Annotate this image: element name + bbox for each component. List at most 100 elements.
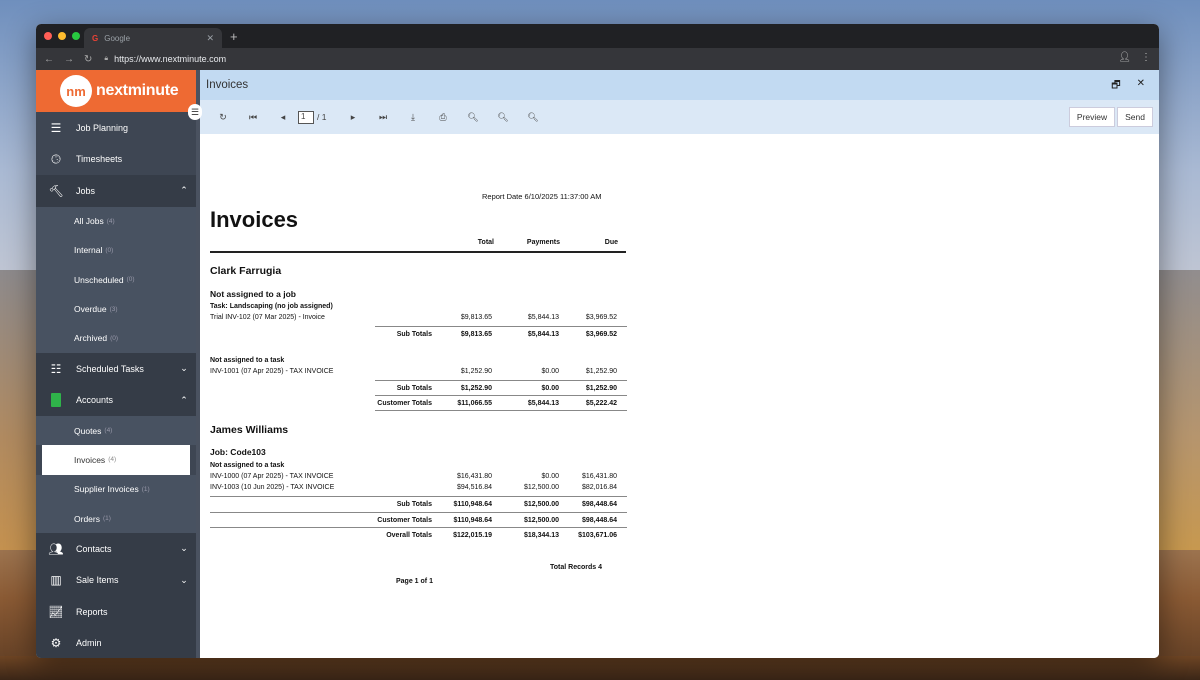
item-count: (0) (105, 246, 114, 254)
invoice-row-payments: $5,844.13 (527, 314, 559, 321)
sidebar-item-archived[interactable]: Archived (0) (36, 323, 196, 353)
zoom-out-icon[interactable]: 🔍︎ (518, 112, 548, 123)
sidebar-item-contacts[interactable]: 👥︎ Contacts ⌄ (36, 533, 196, 565)
item-count: (4) (104, 427, 113, 435)
refresh-icon[interactable]: ↻ (208, 112, 238, 123)
sidebar-item-overdue[interactable]: Overdue (3) (36, 294, 196, 324)
brand-logo[interactable]: nm nextminute (36, 70, 196, 112)
sidebar-item-sale-items[interactable]: ▥ Sale Items ⌄ (36, 564, 196, 597)
invoice-row-due: $16,431.80 (581, 473, 617, 480)
hamburger-icon: ☰ (50, 120, 62, 135)
invoice-row-total: $9,813.65 (460, 314, 492, 321)
search-icon[interactable]: 🔍︎ (458, 112, 488, 123)
sidebar-item-label: Jobs (76, 185, 96, 196)
sidebar-item-admin[interactable]: ⚙︎ Admin (36, 627, 196, 658)
sidebar-item-supplier-invoices[interactable]: Supplier Invoices (1) (36, 474, 196, 504)
print-icon[interactable]: ⎙ (428, 112, 458, 123)
sidebar: nm nextminute ☰ ☰ Job Planning 🕓︎ Timesh… (36, 70, 202, 658)
sidebar-item-label: Scheduled Tasks (76, 363, 144, 374)
sidebar-toggle-icon[interactable]: ☰ (188, 104, 202, 120)
subtotal-due: $1,252.90 (585, 385, 617, 392)
invoice-row-due: $3,969.52 (585, 314, 617, 321)
reload-icon[interactable]: ↻ (84, 54, 92, 65)
invoice-row-desc: INV-1000 (07 Apr 2025) - TAX INVOICE (210, 473, 334, 480)
next-page-icon[interactable]: ▸ (338, 112, 368, 123)
sidebar-item-reports[interactable]: 📈︎ Reports (36, 596, 196, 628)
more-menu-icon[interactable]: ⋮ (1141, 52, 1151, 63)
invoice-row-desc: Trial INV-102 (07 Mar 2025) - Invoice (210, 314, 325, 321)
overall-total-total: $122,015.19 (453, 532, 492, 539)
invoice-row-desc: INV-1001 (07 Apr 2025) - TAX INVOICE (210, 368, 334, 375)
col-header-total: Total (477, 239, 494, 246)
divider (210, 512, 627, 513)
subtotal-label: Sub Totals (396, 331, 432, 338)
sidebar-item-label: Accounts (76, 395, 114, 406)
group-heading: Not assigned to a job (210, 289, 296, 299)
item-count: (3) (109, 305, 118, 313)
customer-total-total: $110,948.64 (453, 517, 492, 524)
sidebar-item-invoices[interactable]: Invoices (4) (42, 445, 190, 475)
task-heading: Task: Landscaping (no job assigned) (210, 303, 333, 310)
sidebar-item-accounts[interactable]: Accounts ⌃ (36, 384, 196, 416)
item-count: (4) (106, 217, 115, 225)
sidebar-item-label: Internal (74, 245, 103, 256)
url-field[interactable]: https://www.nextminute.com (114, 54, 226, 64)
preview-button[interactable]: Preview (1068, 107, 1116, 127)
back-icon[interactable]: ← (44, 54, 54, 65)
sidebar-item-unscheduled[interactable]: Unscheduled (0) (36, 265, 196, 295)
send-button[interactable]: Send (1117, 107, 1153, 127)
invoice-row-desc: INV-1003 (10 Jun 2025) - TAX INVOICE (210, 484, 335, 491)
sidebar-item-quotes[interactable]: Quotes (4) (36, 415, 196, 446)
header-divider (210, 251, 626, 253)
close-tab-icon[interactable]: ✕ (206, 33, 214, 44)
customer-total-due: $5,222.42 (585, 400, 617, 407)
invoice-row-total: $16,431.80 (456, 473, 492, 480)
item-count: (0) (126, 276, 135, 284)
window-controls (44, 32, 80, 40)
sidebar-item-scheduled-tasks[interactable]: ☷ Scheduled Tasks ⌄ (36, 352, 196, 385)
sidebar-item-timesheets[interactable]: 🕓︎ Timesheets (36, 143, 196, 175)
col-header-due: Due (604, 239, 618, 246)
tab-title: Google (104, 33, 131, 43)
sidebar-item-all-jobs[interactable]: All Jobs (4) (36, 206, 196, 236)
invoice-row-payments: $0.00 (541, 473, 559, 480)
close-icon[interactable]: ✕ (1137, 78, 1145, 95)
invoice-row-total: $94,516.84 (456, 484, 492, 491)
minimize-window-button[interactable] (58, 32, 66, 40)
browser-tab[interactable]: G Google ✕ (84, 28, 222, 48)
main-panel: Invoices 🗗︎ ✕ ↻ ⏮︎ ◂ 1 / 1 ▸ ⏭︎ ⤓ ⎙ 🔍︎ 🔍… (196, 70, 1159, 658)
sidebar-item-internal[interactable]: Internal (0) (36, 235, 196, 266)
item-count: (4) (108, 456, 117, 464)
chevron-up-icon: ⌃ (180, 185, 188, 196)
customer-name: James Williams (210, 424, 289, 436)
restore-window-icon[interactable]: 🗗︎ (1111, 78, 1120, 95)
export-icon[interactable]: ⤓ (398, 112, 428, 123)
task-heading: Not assigned to a task (210, 357, 285, 364)
sidebar-item-jobs[interactable]: 🔨︎ Jobs ⌃ (36, 175, 196, 207)
new-tab-button[interactable]: + (230, 29, 238, 44)
previous-page-icon[interactable]: ◂ (268, 112, 298, 123)
divider (375, 410, 627, 411)
page-total: / 1 (317, 112, 327, 122)
sidebar-item-orders[interactable]: Orders (1) (36, 503, 196, 534)
sidebar-item-job-planning[interactable]: ☰ Job Planning (36, 112, 196, 144)
google-icon: G (92, 33, 99, 43)
chart-icon: 📈︎ (48, 604, 64, 619)
profile-icon[interactable]: 👤︎ (1118, 52, 1131, 63)
page-number-input[interactable]: 1 (298, 110, 314, 124)
lock-icon: 🔒︎ (104, 55, 109, 62)
app-shell: nm nextminute ☰ ☰ Job Planning 🕓︎ Timesh… (36, 70, 1159, 658)
maximize-window-button[interactable] (72, 32, 80, 40)
subtotal-label: Sub Totals (396, 385, 432, 392)
customer-total-label: Customer Totals (377, 400, 432, 407)
customer-total-label: Customer Totals (377, 517, 432, 524)
first-page-icon[interactable]: ⏮︎ (238, 112, 268, 123)
sidebar-item-label: Timesheets (76, 154, 123, 165)
subtotal-due: $98,448.64 (581, 501, 617, 508)
last-page-icon[interactable]: ⏭︎ (368, 112, 398, 123)
close-window-button[interactable] (44, 32, 52, 40)
forward-icon[interactable]: → (64, 54, 74, 65)
zoom-in-icon[interactable]: 🔍︎ (488, 112, 518, 123)
desktop-wallpaper-left (0, 270, 40, 550)
customer-total-due: $98,448.64 (581, 517, 617, 524)
